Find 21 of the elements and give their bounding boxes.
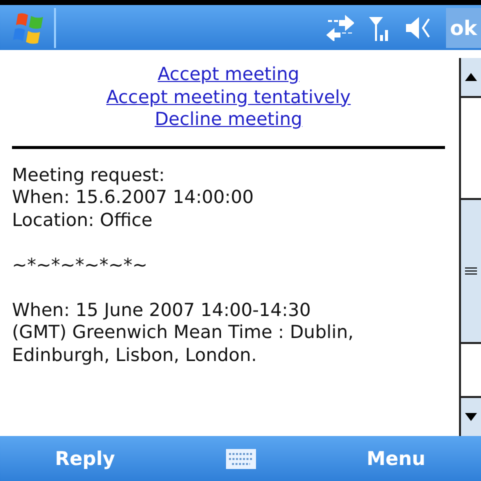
message-text-line: ~*~*~*~*~*~ (12, 254, 148, 277)
meeting-response-link[interactable]: Accept meeting tentatively (106, 86, 351, 109)
meeting-response-link[interactable]: Decline meeting (154, 109, 302, 132)
speaker-icon[interactable] (404, 14, 432, 40)
message-text-line: When: 15.6.2007 14:00:00 (12, 187, 255, 210)
meeting-response-link[interactable]: Accept meeting (158, 64, 300, 86)
message-text-line: (GMT) Greenwich Mean Time : Dublin, (12, 322, 355, 344)
message-text-line: When: 15 June 2007 14:00-14:30 (12, 300, 312, 322)
scroll-up-button[interactable] (461, 58, 481, 98)
scroll-down-button[interactable] (461, 396, 481, 436)
up-triangle-icon (465, 73, 477, 81)
message-text-line: Meeting request: (12, 164, 166, 187)
connectivity-arrows-icon[interactable] (326, 14, 354, 40)
message-text-line: Location: Office (12, 210, 154, 232)
windows-logo-icon[interactable] (12, 10, 46, 44)
down-triangle-icon (465, 413, 477, 421)
signal-icon[interactable] (368, 14, 390, 40)
grip-lines-icon (465, 267, 477, 275)
message-text-line: Edinburgh, Lisbon, London. (12, 344, 258, 367)
keyboard-icon[interactable] (226, 448, 256, 468)
scrollbar-thumb[interactable] (461, 198, 481, 344)
